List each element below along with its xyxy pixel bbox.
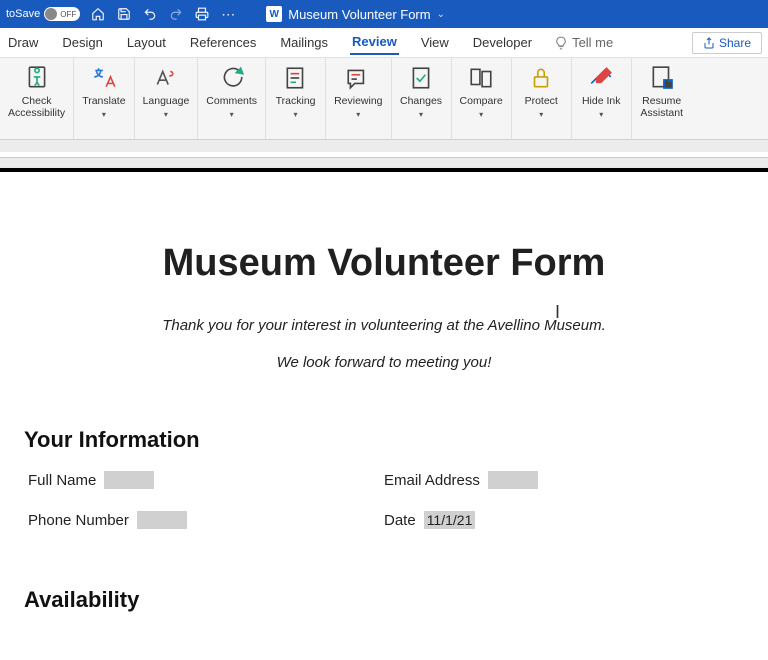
protect-icon <box>527 64 555 92</box>
compare-icon <box>467 64 495 92</box>
chevron-down-icon: ▾ <box>539 110 543 119</box>
chevron-down-icon: ▾ <box>419 110 423 119</box>
share-icon <box>703 37 715 49</box>
document-title-bar[interactable]: W Museum Volunteer Form ⌄ <box>266 6 445 22</box>
tab-design[interactable]: Design <box>60 31 104 54</box>
title-bar: toSave OFF ⋯ W Museum Volunteer Form ⌄ <box>0 0 768 28</box>
document-name: Museum Volunteer Form <box>288 7 430 22</box>
document-page[interactable]: Museum Volunteer Form Thank you for your… <box>0 168 768 660</box>
ribbon-hide-ink[interactable]: Hide Ink ▾ <box>572 58 632 139</box>
field-value[interactable] <box>488 471 538 489</box>
field-email[interactable]: Email Address <box>384 471 740 489</box>
ribbon-reviewing[interactable]: Reviewing ▾ <box>326 58 391 139</box>
tab-references[interactable]: References <box>188 31 258 54</box>
ribbon-language[interactable]: Language ▾ <box>135 58 199 139</box>
section-availability: Availability <box>24 587 744 613</box>
share-label: Share <box>719 36 751 50</box>
ribbon-label: Changes <box>400 96 442 108</box>
field-value[interactable] <box>104 471 154 489</box>
tab-mailings[interactable]: Mailings <box>278 31 330 54</box>
tab-layout[interactable]: Layout <box>125 31 168 54</box>
ink-icon <box>587 64 615 92</box>
ribbon-label: Compare <box>460 96 503 108</box>
ribbon-label: Comments <box>206 96 257 108</box>
language-icon <box>152 64 180 92</box>
ribbon-comments[interactable]: Comments ▾ <box>198 58 266 139</box>
chevron-down-icon: ▾ <box>599 110 603 119</box>
ribbon-compare[interactable]: Compare ▾ <box>452 58 512 139</box>
tracking-icon <box>282 64 310 92</box>
ruler <box>0 152 768 158</box>
lightbulb-icon <box>554 36 568 50</box>
autosave-label: toSave <box>6 8 40 20</box>
info-fields: Full Name Email Address Phone Number Dat… <box>24 471 744 529</box>
autosave-toggle[interactable]: OFF <box>44 7 80 21</box>
chevron-down-icon: ▾ <box>294 110 298 119</box>
intro-line-2: We look forward to meeting you! <box>24 354 744 371</box>
document-area[interactable]: Museum Volunteer Form Thank you for your… <box>0 140 768 660</box>
save-icon[interactable] <box>116 6 132 22</box>
ribbon-label: Check Accessibility <box>8 96 65 119</box>
ribbon-check-accessibility[interactable]: Check Accessibility <box>0 58 74 139</box>
share-button[interactable]: Share <box>692 32 762 54</box>
reviewing-icon <box>344 64 372 92</box>
text-cursor-icon: I <box>555 302 560 323</box>
chevron-down-icon: ▾ <box>356 110 360 119</box>
ribbon-label: Resume Assistant <box>640 96 683 119</box>
chevron-down-icon: ⌄ <box>437 9 445 20</box>
ribbon-label: Translate <box>82 96 125 108</box>
field-label: Email Address <box>384 472 480 489</box>
word-app-icon: W <box>266 6 282 22</box>
chevron-down-icon: ▾ <box>102 110 106 119</box>
autosave-state: OFF <box>60 10 76 19</box>
field-date[interactable]: Date 11/1/21 <box>384 511 740 529</box>
changes-icon <box>407 64 435 92</box>
ribbon-toolbar: Check Accessibility Translate ▾ Language… <box>0 58 768 140</box>
translate-icon <box>90 64 118 92</box>
ribbon-label: Hide Ink <box>582 96 621 108</box>
field-full-name[interactable]: Full Name <box>28 471 384 489</box>
field-label: Date <box>384 512 416 529</box>
ribbon-protect[interactable]: Protect ▾ <box>512 58 572 139</box>
ribbon-tracking[interactable]: Tracking ▾ <box>266 58 326 139</box>
more-icon[interactable]: ⋯ <box>220 6 236 22</box>
page-title: Museum Volunteer Form <box>24 242 744 285</box>
ribbon-changes[interactable]: Changes ▾ <box>392 58 452 139</box>
tab-developer[interactable]: Developer <box>471 31 534 54</box>
tell-me-label: Tell me <box>572 35 613 50</box>
ribbon-label: Tracking <box>276 96 316 108</box>
undo-icon[interactable] <box>142 6 158 22</box>
linkedin-icon: in <box>648 64 676 92</box>
ribbon-label: Protect <box>525 96 558 108</box>
ribbon-label: Reviewing <box>334 96 382 108</box>
redo-icon[interactable] <box>168 6 184 22</box>
field-phone[interactable]: Phone Number <box>28 511 384 529</box>
accessibility-icon <box>23 64 51 92</box>
ribbon-label: Language <box>143 96 190 108</box>
chevron-down-icon: ▾ <box>164 110 168 119</box>
ribbon-tabs: Draw Design Layout References Mailings R… <box>0 28 768 58</box>
chevron-down-icon: ▾ <box>230 110 234 119</box>
home-icon[interactable] <box>90 6 106 22</box>
field-value[interactable]: 11/1/21 <box>424 511 476 529</box>
section-your-information: Your Information <box>24 427 744 453</box>
chevron-down-icon: ▾ <box>479 110 483 119</box>
comments-icon <box>218 64 246 92</box>
tab-review[interactable]: Review <box>350 30 399 55</box>
field-value[interactable] <box>137 511 187 529</box>
svg-text:in: in <box>665 80 672 89</box>
print-icon[interactable] <box>194 6 210 22</box>
tell-me-search[interactable]: Tell me <box>554 35 613 50</box>
field-label: Phone Number <box>28 512 129 529</box>
tab-view[interactable]: View <box>419 31 451 54</box>
tab-draw[interactable]: Draw <box>6 31 40 54</box>
autosave-control[interactable]: toSave OFF <box>6 7 80 21</box>
ribbon-translate[interactable]: Translate ▾ <box>74 58 134 139</box>
field-label: Full Name <box>28 472 96 489</box>
intro-line-1: Thank you for your interest in volunteer… <box>24 317 744 334</box>
ribbon-resume-assistant[interactable]: in Resume Assistant <box>632 58 692 139</box>
